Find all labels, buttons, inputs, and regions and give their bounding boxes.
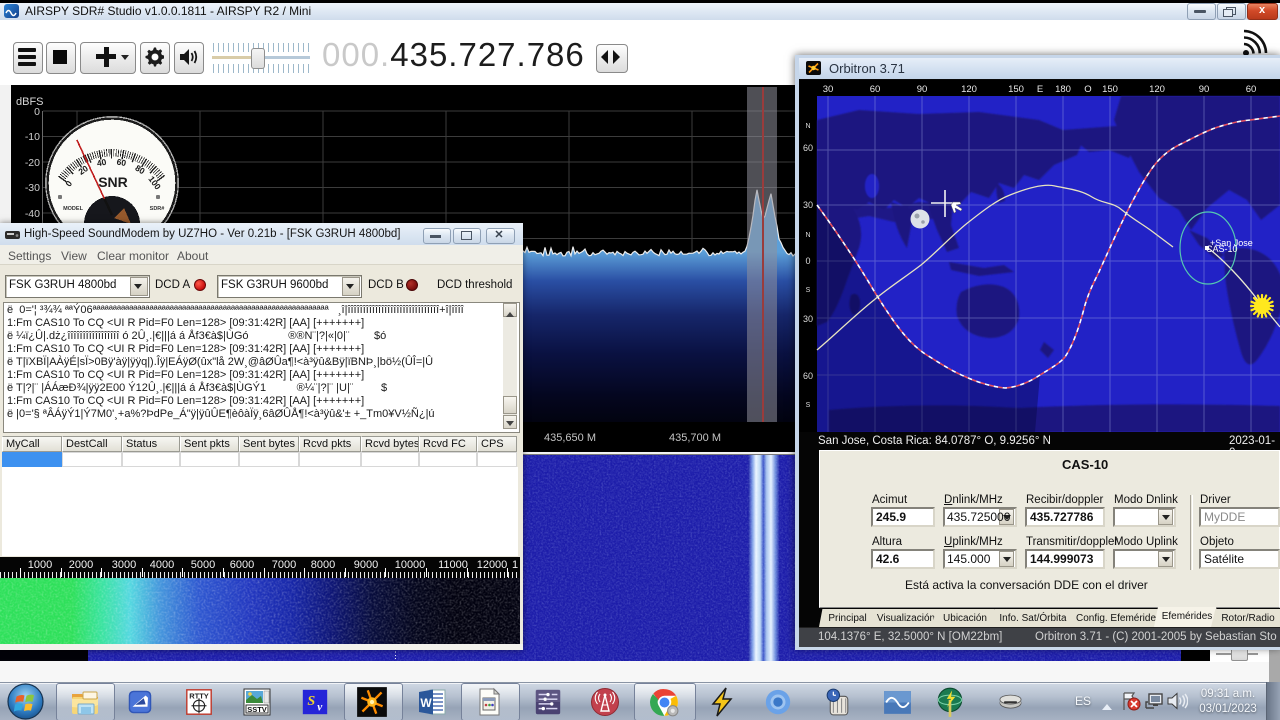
svg-text:SSTV: SSTV <box>247 705 267 714</box>
svg-text:-40: -40 <box>25 208 40 220</box>
svg-text:0: 0 <box>34 106 40 118</box>
svg-text:-30: -30 <box>25 182 40 194</box>
svg-text:60: 60 <box>803 143 813 153</box>
svg-text:150: 150 <box>1008 84 1024 95</box>
svg-text:60: 60 <box>803 371 813 381</box>
svg-text:N: N <box>805 123 810 130</box>
svg-text:30: 30 <box>823 84 834 95</box>
svg-text:90: 90 <box>1199 84 1210 95</box>
svg-text:-10: -10 <box>25 131 40 143</box>
svg-text:⋮: ⋮ <box>391 650 400 660</box>
svg-text:E: E <box>1037 84 1043 95</box>
svg-text:435,700 M: 435,700 M <box>669 432 721 444</box>
svg-text:W: W <box>420 696 432 710</box>
svg-text:O: O <box>1084 84 1091 95</box>
svg-text:180: 180 <box>1055 84 1071 95</box>
svg-text:CAS-10: CAS-10 <box>1206 244 1238 254</box>
svg-text:60: 60 <box>870 84 881 95</box>
svg-text:120: 120 <box>961 84 977 95</box>
svg-text:150: 150 <box>1102 84 1118 95</box>
svg-text:60: 60 <box>116 157 127 169</box>
svg-text:SDR#: SDR# <box>150 206 165 212</box>
svg-text:N: N <box>805 232 810 239</box>
svg-text:S: S <box>307 693 315 709</box>
svg-text:SNR: SNR <box>98 174 128 190</box>
svg-text:60: 60 <box>1246 84 1257 95</box>
svg-text:-20: -20 <box>25 157 40 169</box>
svg-text:30: 30 <box>803 200 813 210</box>
svg-text:MODEL: MODEL <box>63 206 84 212</box>
svg-text:120: 120 <box>1149 84 1165 95</box>
svg-text:S: S <box>806 287 811 294</box>
svg-text:30: 30 <box>803 314 813 324</box>
svg-text:0: 0 <box>805 256 810 266</box>
svg-text:S: S <box>806 402 811 409</box>
svg-text:435,650 M: 435,650 M <box>544 432 596 444</box>
svg-text:90: 90 <box>917 84 928 95</box>
